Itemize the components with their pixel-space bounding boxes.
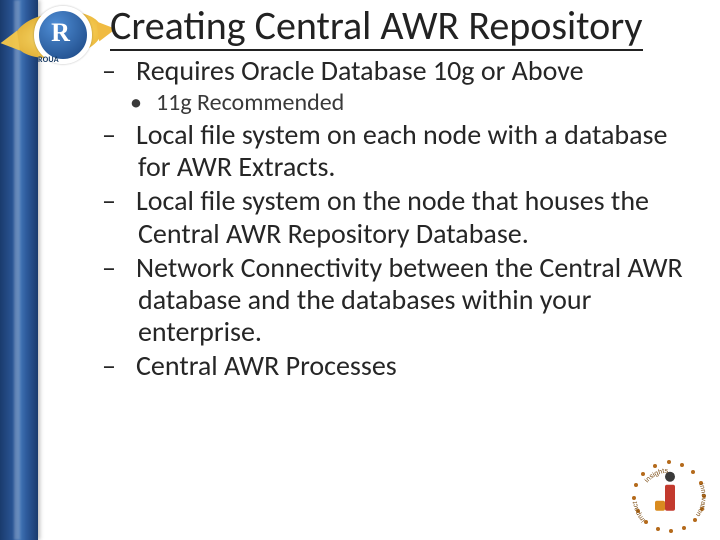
content-area: Creating Central AWR Repository –Require…	[110, 4, 702, 528]
logo-caption: ROUA	[38, 55, 59, 65]
dash-icon: –	[120, 119, 136, 151]
svg-text:innovation: innovation	[694, 483, 707, 518]
slide: R ROUA Creating Central AWR Repository –…	[0, 0, 720, 540]
bullet-network: –Network Connectivity between the Centra…	[120, 252, 702, 349]
header-logo: R ROUA	[8, 0, 108, 78]
dash-icon: –	[120, 185, 136, 217]
bullet-local-central: –Local file system on the node that hous…	[120, 185, 702, 249]
dash-icon: –	[120, 252, 136, 284]
sub-bullet-text: 11g Recommended	[156, 88, 344, 117]
svg-text:insights: insights	[644, 468, 669, 485]
corner-logo: insights innovation impact	[630, 460, 708, 532]
bullet-text: Central AWR Processes	[136, 348, 397, 383]
bullet-text: Network Connectivity between the Central…	[136, 250, 683, 349]
ring-text-top: insights	[644, 468, 669, 485]
ring-text-right: innovation	[694, 483, 707, 518]
slide-title: Creating Central AWR Repository	[110, 4, 643, 51]
sub-bullet-11g: •11g Recommended	[144, 88, 702, 117]
dash-icon: –	[120, 55, 136, 87]
ring-text-bottom: impact	[632, 501, 647, 523]
bullet-text: Local file system on each node with a da…	[136, 117, 667, 184]
bullet-text: Requires Oracle Database 10g or Above	[136, 53, 584, 88]
dash-icon: –	[120, 350, 136, 382]
bullet-requires: –Requires Oracle Database 10g or Above	[120, 55, 702, 87]
svg-text:impact: impact	[632, 501, 647, 523]
side-rail	[0, 0, 38, 540]
dot-icon: •	[144, 88, 156, 117]
corner-text-ring: insights innovation impact	[630, 460, 708, 532]
ring-letter: R	[37, 9, 84, 56]
bullet-processes: –Central AWR Processes	[120, 350, 702, 382]
bullet-text: Local file system on the node that house…	[136, 183, 649, 250]
body-text: –Requires Oracle Database 10g or Above •…	[110, 55, 702, 383]
bullet-local-extract: –Local file system on each node with a d…	[120, 119, 702, 183]
